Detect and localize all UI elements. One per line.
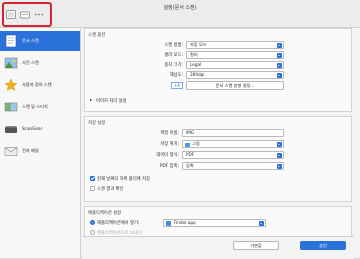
save-subfolder-label: 현재 날짜의 하위 폴더에 저장: [97, 177, 150, 182]
open-with-radio[interactable]: [90, 220, 95, 225]
sidebar-item-custom-scan[interactable]: 사용자 정의 스캔: [0, 75, 80, 95]
sidebar-item-scangear[interactable]: ScanGear: [0, 119, 80, 139]
dropdown-value: 압축: [186, 163, 194, 168]
sidebar-item-document-scan[interactable]: 문서 스캔: [0, 31, 80, 51]
chevron-down-icon: [277, 53, 282, 58]
chevron-down-icon: [277, 142, 282, 147]
dropdown-value: 자동 모드: [190, 42, 207, 47]
sidebar: 문서 스캔 사진 스캔 사용자 정의 스캔 스캔 및 스티치 ScanGear …: [0, 28, 81, 258]
section-title: 스캔 옵션: [88, 33, 106, 38]
file-name-field[interactable]: IMG: [182, 129, 284, 137]
image-processing-settings[interactable]: 이미지 처리 설정: [96, 98, 126, 104]
folder-icon: [185, 142, 190, 147]
select-source-dropdown[interactable]: 자동 모드: [186, 41, 284, 49]
scan-orientation-setup-button[interactable]: 문서 스캔 방향 설정...: [186, 81, 284, 90]
title-bar: 설정(문서 스캔): [0, 0, 360, 28]
scan-settings-icon[interactable]: [6, 10, 16, 19]
scan-options-panel: 스캔 옵션 스캔 방법: 자동 모드 컬러 모드: 컬러 용지 크기: Lega…: [84, 28, 352, 112]
send-to-radio[interactable]: [90, 230, 95, 235]
application-settings-panel: 애플리케이션 설정 애플리케이션에서 열기: Finder.app 애플리케이션…: [84, 206, 352, 236]
sidebar-item-label: 스캔 및 스티치: [22, 104, 48, 109]
chevron-down-icon: [277, 164, 282, 169]
resolution-label: 해상도:: [169, 73, 183, 78]
finder-icon: [166, 221, 171, 226]
resolution-dropdown[interactable]: 300dpi: [186, 71, 284, 79]
field-value: IMG: [186, 130, 195, 135]
dropdown-value: 컬러: [190, 52, 198, 57]
scan-stitch-icon: [4, 102, 18, 112]
chevron-down-icon: [277, 73, 282, 78]
dropdown-value: PDF: [186, 152, 195, 157]
section-title: 애플리케이션 설정: [88, 211, 121, 216]
footer: 기본값 승인: [82, 236, 354, 259]
select-source-label: 스캔 방법:: [164, 43, 183, 48]
color-mode-label: 컬러 모드:: [164, 53, 183, 58]
chevron-down-icon: [259, 221, 264, 226]
sidebar-item-label: 문서 스캔: [22, 38, 39, 43]
paper-size-label: 용지 크기:: [164, 63, 183, 68]
save-in-dropdown[interactable]: 그림: [182, 140, 284, 148]
dropdown-value: 그림: [192, 141, 200, 146]
chevron-down-icon: [277, 43, 282, 48]
sidebar-item-email[interactable]: 전자 메일: [0, 141, 80, 161]
data-format-label: 데이터 형식:: [156, 153, 179, 158]
dropdown-value: 300dpi: [190, 72, 205, 77]
section-title: 저장 설정: [88, 121, 106, 126]
dropdown-value: Legal: [190, 62, 202, 67]
more-icon[interactable]: [34, 10, 44, 19]
ok-button[interactable]: 승인: [300, 241, 346, 250]
open-with-dropdown[interactable]: Finder.app: [163, 219, 266, 227]
check-results-checkbox[interactable]: [90, 186, 95, 191]
defaults-button[interactable]: 기본값: [233, 241, 279, 250]
photo-scan-icon: [4, 57, 18, 69]
sidebar-item-label: ScanGear: [22, 126, 43, 131]
orientation-icon: +A: [171, 82, 183, 89]
custom-scan-icon: [4, 78, 18, 92]
save-subfolder-checkbox[interactable]: [90, 176, 95, 181]
main-content: 스캔 옵션 스캔 방법: 자동 모드 컬러 모드: 컬러 용지 크기: Lega…: [82, 28, 354, 259]
check-results-label: 스캔 결과 확인: [97, 187, 124, 192]
sidebar-item-scan-stitch[interactable]: 스캔 및 스티치: [0, 97, 80, 117]
pdf-compression-dropdown[interactable]: 압축: [182, 162, 284, 170]
paper-size-dropdown[interactable]: Legal: [186, 61, 284, 69]
sidebar-item-label: 전자 메일: [22, 148, 39, 153]
scangear-icon: [5, 126, 17, 133]
save-in-label: 저장 위치:: [160, 142, 179, 147]
file-name-label: 파일 이름:: [160, 131, 179, 136]
sidebar-item-label: 사용자 정의 스캔: [22, 82, 52, 87]
save-settings-panel: 저장 설정 파일 이름: IMG 저장 위치: 그림 데이터 형식: PDF P…: [84, 116, 352, 202]
open-with-label: 애플리케이션에서 열기:: [97, 221, 140, 226]
email-icon: [4, 147, 18, 156]
svg-text:+A: +A: [174, 83, 180, 88]
document-scan-icon: [5, 34, 17, 48]
chevron-down-icon: [277, 63, 282, 68]
scanner-settings-icon[interactable]: [20, 10, 30, 19]
data-format-dropdown[interactable]: PDF: [182, 151, 284, 159]
sidebar-item-photo-scan[interactable]: 사진 스캔: [0, 53, 80, 73]
pdf-compression-label: PDF 압축:: [159, 164, 179, 169]
color-mode-dropdown[interactable]: 컬러: [186, 51, 284, 59]
settings-window: 설정(문서 스캔) 문서 스캔 사진 스캔 사용자 정의 스캔 스캔 및 스티치…: [0, 0, 360, 259]
window-title: 설정(문서 스캔): [163, 5, 197, 11]
chevron-down-icon: [277, 153, 282, 158]
sidebar-item-label: 사진 스캔: [22, 60, 39, 65]
disclosure-arrow-icon[interactable]: ▸: [90, 98, 92, 103]
dropdown-value: Finder.app: [174, 220, 196, 225]
